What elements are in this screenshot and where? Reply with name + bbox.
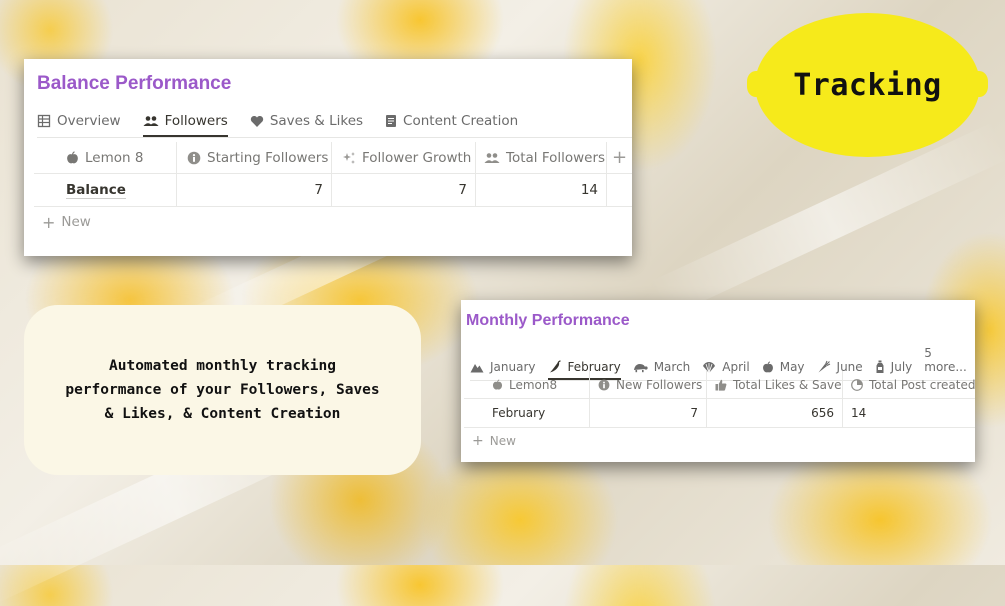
tab-overview-label: Overview [57,113,121,129]
column-header-lemon8[interactable]: Lemon8 [464,371,590,398]
tab-saves-likes[interactable]: Saves & Likes [250,113,363,137]
column-header-label: Total Likes & Save [733,377,842,392]
cell-name[interactable]: February [464,399,590,427]
sparkle-icon [342,151,356,165]
new-row-label: New [489,434,516,448]
document-icon [385,114,397,128]
apple-icon [66,150,79,165]
balance-performance-title: Balance Performance [37,73,232,94]
column-header-total-likes-save[interactable]: Total Likes & Save [707,371,843,398]
tracking-label: Tracking [793,67,942,103]
cell-total-followers[interactable]: 14 [476,174,607,206]
tab-content-creation[interactable]: Content Creation [385,113,518,137]
tab-saves-likes-label: Saves & Likes [269,113,364,129]
plus-icon: + [42,212,56,232]
heart-icon [250,115,264,128]
description-text: Automated monthly tracking performance o… [65,358,380,422]
tab-content-creation-label: Content Creation [403,113,519,129]
monthly-performance-title: Monthly Performance [466,312,630,329]
apple-icon [492,378,503,391]
new-row-button[interactable]: + New [464,428,975,454]
column-header-label: Lemon8 [509,377,558,392]
cell-name[interactable]: Balance [34,174,177,206]
table-header-row: Lemon8 New Followers Total Likes & Save … [464,371,975,399]
column-header-new-followers[interactable]: New Followers [590,371,707,398]
cell-follower-growth[interactable]: 7 [332,174,476,206]
add-column-button[interactable]: + [607,142,632,173]
table-header-row: Lemon 8 Starting Followers Follower Grow… [34,142,632,174]
column-header-label: Starting Followers [207,149,329,166]
cell-empty [607,174,632,206]
column-header-label: Follower Growth [362,149,472,166]
balance-table: Lemon 8 Starting Followers Follower Grow… [34,142,632,237]
people-icon [143,115,159,127]
balance-performance-panel: Balance Performance Overview Followers S… [24,59,632,256]
table-icon [37,114,51,128]
column-header-label: Total Followers [506,149,606,166]
monthly-performance-panel: Monthly Performance January February Mar… [461,300,975,462]
column-header-total-followers[interactable]: Total Followers [476,142,607,173]
column-header-follower-growth[interactable]: Follower Growth [332,142,476,173]
column-header-total-post-created[interactable]: Total Post created [843,371,975,398]
plus-icon: + [472,433,484,449]
balance-tabs: Overview Followers Saves & Likes Content… [37,113,632,138]
pie-icon [851,378,863,391]
column-header-starting-followers[interactable]: Starting Followers [177,142,332,173]
column-header-label: Total Post created [869,377,975,392]
info-icon [598,379,610,391]
tab-overview[interactable]: Overview [37,113,121,137]
column-header-label: New Followers [616,377,703,392]
info-icon [187,151,201,165]
new-row-button[interactable]: + New [34,207,632,237]
monthly-table: Lemon8 New Followers Total Likes & Save … [464,371,975,454]
tracking-lemon-badge: Tracking [747,13,988,157]
new-row-label: New [61,214,91,230]
column-header-lemon8[interactable]: Lemon 8 [34,142,177,173]
tab-followers-label: Followers [164,113,228,129]
people-icon [484,152,500,164]
table-row[interactable]: Balance 7 7 14 [34,174,632,207]
cell-likes-saves[interactable]: 656 [707,399,843,427]
table-row[interactable]: February 7 656 14 [464,399,975,428]
cell-new-followers[interactable]: 7 [590,399,707,427]
description-card: Automated monthly tracking performance o… [24,305,421,475]
thumbs-up-icon [715,379,727,391]
tab-followers[interactable]: Followers [142,113,228,137]
column-header-label: Lemon 8 [85,149,144,166]
cell-starting-followers[interactable]: 7 [177,174,332,206]
row-name: Balance [66,181,126,199]
cell-posts[interactable]: 14 [843,399,975,427]
